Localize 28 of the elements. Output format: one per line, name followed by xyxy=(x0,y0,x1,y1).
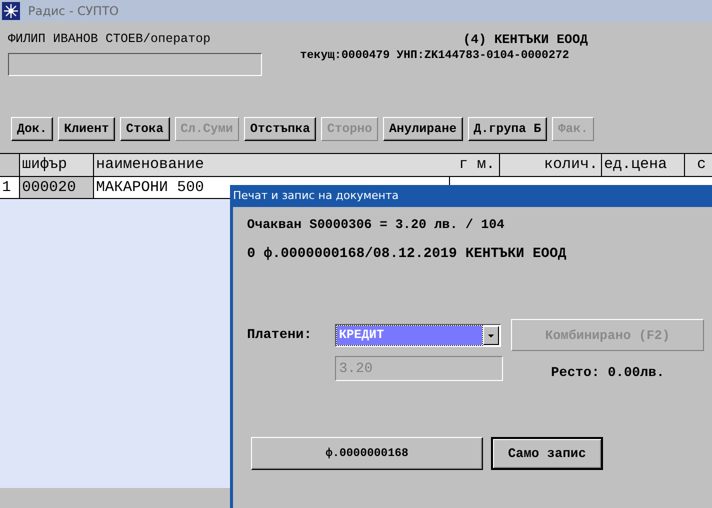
invoice-info: 0 ф.0000000168/08.12.2019 КЕНТЪКИ ЕООД xyxy=(247,246,568,262)
expected-amount: Очакван S0000306 = 3.20 лв. / 104 xyxy=(247,217,506,234)
input-field[interactable] xyxy=(8,53,262,76)
table-cell: 000020 xyxy=(20,177,94,198)
company-name: (4) КЕНТЪКИ ЕООД xyxy=(463,32,588,47)
dialog-button[interactable]: Само запис xyxy=(491,437,603,470)
toolbar-button[interactable]: Стока xyxy=(120,117,170,141)
column-header[interactable]: с xyxy=(685,154,712,176)
payment-label: Платени: xyxy=(247,328,313,342)
toolbar-button[interactable]: Клиент xyxy=(58,117,116,141)
document-info: текущ:0000479 УНП:ZK144783-0104-0000272 xyxy=(300,49,570,62)
column-header[interactable]: шифър xyxy=(20,154,94,176)
dialog-button[interactable]: ф.0000000168 xyxy=(251,437,483,470)
dialog-title: Печат и запис на документа xyxy=(230,185,712,207)
column-header[interactable]: наименование xyxy=(94,154,450,176)
payment-dropdown[interactable]: КРЕДИТ xyxy=(335,324,501,346)
operator-name: ФИЛИП ИВАНОВ СТОЕВ/оператор xyxy=(8,32,212,46)
column-header[interactable]: колич. xyxy=(500,154,602,176)
toolbar-button[interactable]: Анулиране xyxy=(383,117,463,141)
caret-icon xyxy=(483,326,499,344)
column-header[interactable]: ед.цена xyxy=(602,154,685,176)
toolbar-button[interactable]: Д.група Б xyxy=(468,117,548,141)
column-header[interactable]: г м. xyxy=(450,154,500,176)
toolbar-button[interactable]: Док. xyxy=(11,117,54,141)
star-icon xyxy=(2,2,20,20)
toolbar-button[interactable]: Отстъпка xyxy=(244,117,316,141)
change-amount: Ресто: 0.00лв. xyxy=(551,366,664,381)
window-title: Радис - СУПТО xyxy=(28,4,119,18)
